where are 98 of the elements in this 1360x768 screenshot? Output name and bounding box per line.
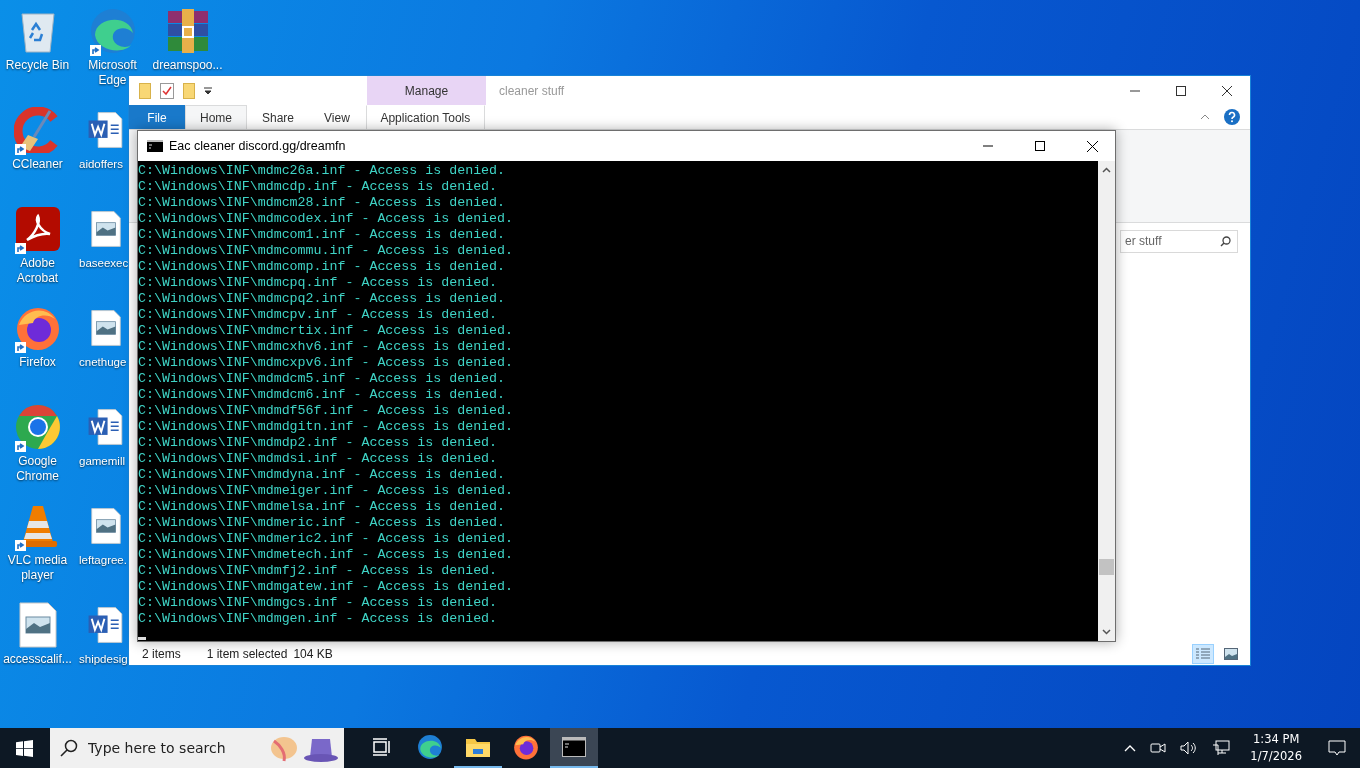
console-output-line: C:\Windows\INF\mdmdcm6.inf - Access is denied. — [138, 387, 507, 403]
console-output-line: C:\Windows\INF\mdmdp2.inf - Access is denied. — [138, 435, 499, 451]
maximize-icon — [1035, 141, 1045, 151]
pdf-icon — [14, 206, 61, 252]
word-document-icon — [87, 606, 125, 644]
clock[interactable]: 1:34 PM 1/7/2026 — [1244, 731, 1308, 765]
desktop-shortcut[interactable]: Recycle Bin — [0, 4, 75, 103]
console-output-line: C:\Windows\INF\mdmdf56f.inf - Access is denied. — [138, 403, 515, 419]
console-output-line: C:\Windows\INF\mdmcm28.inf - Access is denied. — [138, 195, 507, 211]
close-icon — [1222, 85, 1232, 96]
help-icon[interactable] — [1224, 109, 1240, 125]
dropdown-icon — [204, 86, 212, 95]
console-output-line: C:\Windows\INF\mdmfj2.inf - Access is denied. — [138, 563, 499, 579]
desktop-shortcut[interactable]: VLC media player — [0, 499, 75, 598]
scroll-up-icon[interactable] — [1102, 167, 1111, 173]
desktop-shortcut[interactable]: CCleaner — [0, 103, 75, 202]
desktop-shortcut[interactable]: baseexec — [75, 202, 127, 301]
console-icon — [147, 140, 163, 152]
folder-icon — [139, 82, 151, 99]
new-folder-icon — [183, 82, 195, 99]
console-output-line: C:\Windows\INF\mdmcxpv6.inf - Access is denied. — [138, 355, 515, 371]
collapse-ribbon-icon[interactable] — [1200, 114, 1210, 120]
console-output-line: C:\Windows\INF\mdmcpv.inf - Access is denied. — [138, 307, 499, 323]
desktop-shortcut[interactable]: accesscalif... — [0, 598, 75, 697]
console-output-line: C:\Windows\INF\mdmdyna.inf - Access is denied. — [138, 467, 507, 483]
console-output-line: C:\Windows\INF\mdmcpq.inf - Access is denied. — [138, 275, 499, 291]
selection-info: 1 item selected — [206, 647, 288, 661]
chrome-icon — [14, 404, 61, 450]
console-output-line: C:\Windows\INF\mdmeiger.inf - Access is denied. — [138, 483, 515, 499]
desktop-shortcut[interactable]: Google Chrome — [0, 400, 75, 499]
console-output-line: C:\Windows\INF\mdmelsa.inf - Access is denied. — [138, 499, 507, 515]
console-output-line: C:\Windows\INF\mdmgatew.inf - Access is denied. — [138, 579, 515, 595]
desktop-shortcut[interactable]: gamemill — [75, 400, 127, 499]
ribbon-tab[interactable]: Home — [185, 105, 247, 129]
scroll-thumb[interactable] — [1099, 559, 1114, 575]
maximize-icon — [1176, 85, 1186, 96]
search-box[interactable]: er stuff — [1120, 229, 1238, 253]
word-document-icon — [87, 111, 125, 149]
ribbon-tab[interactable]: View — [309, 105, 365, 129]
search-icon — [60, 739, 78, 757]
text-cursor — [138, 637, 146, 640]
chevron-up-icon[interactable] — [1124, 744, 1137, 752]
console-output-line: C:\Windows\INF\mdmcxhv6.inf - Access is denied. — [138, 339, 515, 355]
console-output-line: C:\Windows\INF\mdmgen.inf - Access is denied. — [138, 611, 499, 627]
camera-icon[interactable] — [1150, 741, 1167, 755]
firefox-icon — [513, 734, 539, 760]
edge-icon — [88, 7, 137, 55]
item-count: 2 items — [142, 647, 181, 661]
window-title: Eac cleaner discord.gg/dreamfn — [169, 139, 346, 153]
network-icon[interactable] — [1212, 740, 1231, 756]
window-title: cleaner stuff — [499, 83, 565, 98]
console-output-line: C:\Windows\INF\mdmcpq2.inf - Access is denied. — [138, 291, 507, 307]
firefox-icon — [14, 305, 61, 351]
console-output-line: C:\Windows\INF\mdmeric2.inf - Access is denied. — [138, 531, 515, 547]
scroll-down-icon[interactable] — [1102, 629, 1111, 635]
file-menu-tab[interactable]: File — [129, 105, 185, 129]
taskbar-app-button[interactable] — [550, 728, 598, 768]
folder-icon — [465, 736, 491, 758]
console-output-line: C:\Windows\INF\mdmcommu.inf - Access is denied. — [138, 243, 515, 259]
image-file-icon — [17, 601, 58, 649]
context-tab-group-label: Manage — [367, 76, 486, 105]
image-thumbnail-icon — [1224, 648, 1238, 660]
edge-icon — [417, 734, 443, 760]
desktop-shortcut[interactable]: Firefox — [0, 301, 75, 400]
console-output-line: C:\Windows\INF\mdmcomp.inf - Access is denied. — [138, 259, 507, 275]
console-output-line: C:\Windows\INF\mdmgcs.inf - Access is denied. — [138, 595, 499, 611]
console-output-line: C:\Windows\INF\mdmdcm5.inf - Access is denied. — [138, 371, 507, 387]
console-output-line: C:\Windows\INF\mdmdsi.inf - Access is denied. — [138, 451, 499, 467]
console-icon — [562, 737, 586, 757]
console-output-line: C:\Windows\INF\mdmcrtix.inf - Access is denied. — [138, 323, 515, 339]
console-output-line: C:\Windows\INF\mdmcom1.inf - Access is denied. — [138, 227, 507, 243]
console-output-line: C:\Windows\INF\mdmeric.inf - Access is denied. — [138, 515, 507, 531]
notifications-icon[interactable] — [1328, 740, 1346, 756]
console-output-line: C:\Windows\INF\mdmc26a.inf - Access is denied. — [138, 163, 507, 179]
desktop-shortcut[interactable]: aidoffers — [75, 103, 127, 202]
console-output-line: C:\Windows\INF\mdmetech.inf - Access is denied. — [138, 547, 515, 563]
details-list-icon — [1196, 648, 1210, 660]
console-output-line: C:\Windows\INF\mdmcdp.inf - Access is denied. — [138, 179, 499, 195]
taskbar-search-box[interactable]: Type here to search — [50, 728, 344, 768]
selection-size: 104 KB — [293, 647, 333, 661]
desktop-shortcut[interactable]: Adobe Acrobat — [0, 202, 75, 301]
windows-logo-icon — [15, 739, 33, 757]
desktop-shortcut[interactable]: shipdesig — [75, 598, 127, 697]
word-document-icon — [87, 408, 125, 446]
task-view-icon — [372, 738, 392, 756]
search-field[interactable]: Type here to search — [88, 740, 258, 756]
desktop-shortcut[interactable]: leftagree. — [75, 499, 127, 598]
search-field[interactable]: er stuff — [1125, 234, 1216, 248]
ribbon-tab[interactable]: Application Tools — [365, 105, 485, 129]
scrollbar[interactable] — [1098, 161, 1115, 641]
properties-icon — [160, 82, 174, 99]
console-output-line: C:\Windows\INF\mdmdgitn.inf - Access is denied. — [138, 419, 515, 435]
desktop-shortcut[interactable]: cnethuge — [75, 301, 127, 400]
search-icon — [1220, 235, 1231, 247]
console-output-line: C:\Windows\INF\mdmcodex.inf - Access is denied. — [138, 211, 515, 227]
close-icon — [1086, 140, 1098, 152]
volume-icon[interactable] — [1180, 741, 1199, 755]
ribbon-tab[interactable]: Share — [247, 105, 310, 129]
